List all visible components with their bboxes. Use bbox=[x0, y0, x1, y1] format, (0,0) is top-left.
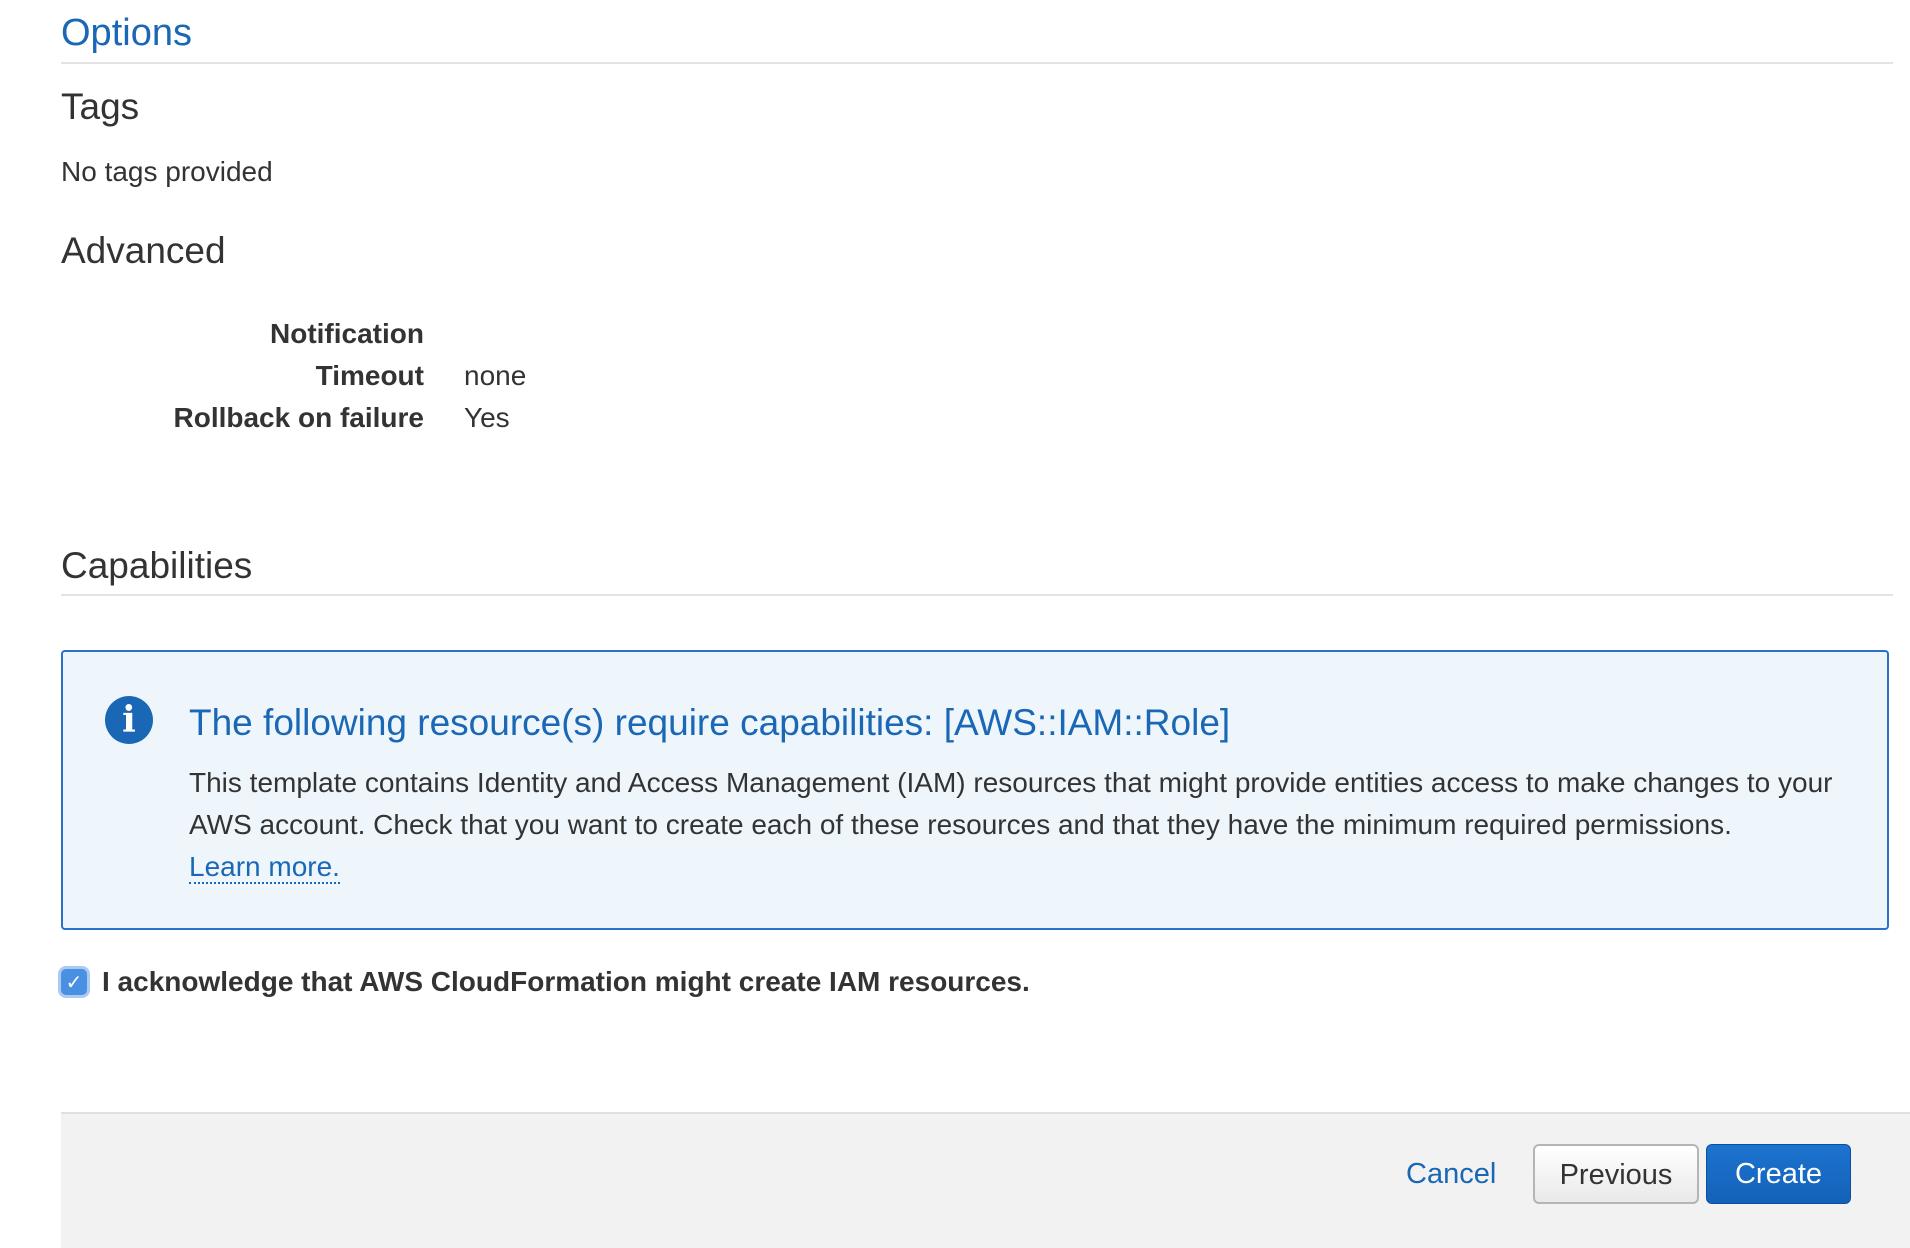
rollback-value: Yes bbox=[464, 402, 510, 433]
cancel-button[interactable]: Cancel bbox=[1406, 1158, 1496, 1191]
capabilities-divider bbox=[61, 594, 1893, 596]
review-page: Options Tags No tags provided Advanced N… bbox=[0, 0, 1910, 1248]
timeout-row: Timeout none bbox=[61, 360, 761, 402]
acknowledge-label[interactable]: I acknowledge that AWS CloudFormation mi… bbox=[102, 966, 1030, 998]
rollback-label: Rollback on failure bbox=[173, 402, 425, 433]
learn-more-link[interactable]: Learn more. bbox=[189, 851, 340, 884]
info-title: The following resource(s) require capabi… bbox=[189, 702, 1231, 743]
advanced-details: Notification Timeout none Rollback on fa… bbox=[61, 318, 761, 444]
timeout-label: Timeout bbox=[315, 360, 424, 391]
acknowledge-row[interactable]: ✓ I acknowledge that AWS CloudFormation … bbox=[61, 966, 1030, 998]
info-body: This template contains Identity and Acce… bbox=[189, 762, 1849, 888]
capabilities-info-box: i The following resource(s) require capa… bbox=[61, 650, 1889, 930]
options-divider bbox=[61, 62, 1893, 64]
create-button[interactable]: Create bbox=[1706, 1144, 1851, 1204]
info-body-text: This template contains Identity and Acce… bbox=[189, 767, 1833, 840]
tags-empty-text: No tags provided bbox=[61, 156, 273, 187]
wizard-footer: Cancel Previous Create bbox=[61, 1112, 1910, 1248]
tags-heading: Tags bbox=[61, 86, 140, 127]
rollback-row: Rollback on failure Yes bbox=[61, 402, 761, 444]
capabilities-heading: Capabilities bbox=[61, 545, 253, 586]
notification-row: Notification bbox=[61, 318, 761, 360]
advanced-heading: Advanced bbox=[61, 230, 226, 271]
previous-button[interactable]: Previous bbox=[1533, 1144, 1699, 1204]
acknowledge-checkbox[interactable]: ✓ bbox=[61, 969, 87, 995]
info-icon: i bbox=[105, 696, 153, 744]
options-section-title: Options bbox=[61, 12, 192, 54]
timeout-value: none bbox=[464, 360, 527, 391]
notification-label: Notification bbox=[270, 318, 424, 349]
